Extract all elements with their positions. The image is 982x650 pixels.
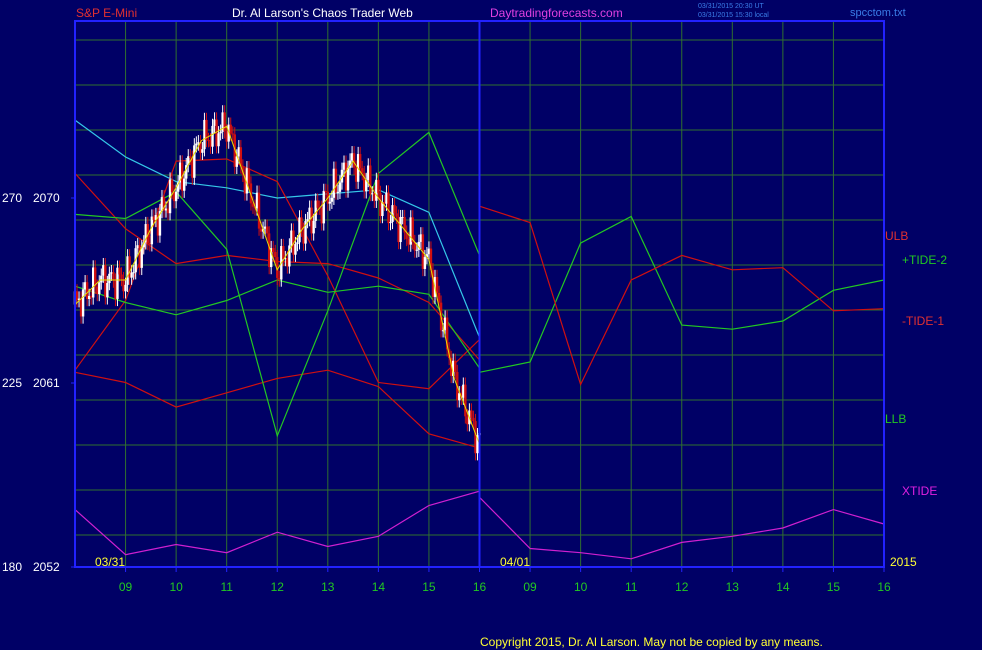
price-bar	[265, 226, 269, 234]
x-tick-label: 12	[271, 580, 285, 594]
price-bar	[247, 168, 251, 184]
timestamp-local: 03/31/2015 15:30 local	[698, 12, 769, 19]
x-tick-label: 16	[473, 580, 487, 594]
copyright: Copyright 2015, Dr. Al Larson. May not b…	[480, 635, 823, 649]
price-bar	[272, 248, 275, 253]
frame-layer	[74, 20, 885, 568]
x-tick-label: 13	[321, 580, 335, 594]
price-bar	[358, 154, 362, 169]
price-bar	[108, 273, 111, 284]
price-bar	[140, 247, 143, 268]
price-bar	[257, 192, 261, 229]
price-bar	[312, 220, 315, 234]
x-tick-label: 09	[523, 580, 537, 594]
price-bar	[150, 216, 154, 245]
x-tick-label: 11	[625, 580, 638, 594]
date-label-start: 03/31	[95, 555, 125, 569]
price-bar	[170, 179, 174, 192]
x-tick-label: 14	[776, 580, 790, 594]
x-tick-label: 16	[877, 580, 891, 594]
price-bar	[229, 124, 232, 134]
label-ulb: ULB	[885, 229, 908, 243]
price-bar	[81, 289, 85, 317]
y-tick-label-left: 270	[2, 191, 22, 205]
y-tick-label-left: 180	[2, 560, 22, 574]
price-bar	[395, 213, 398, 217]
price-bar	[464, 384, 467, 417]
price-bar	[328, 201, 332, 204]
x-tick-label: 10	[574, 580, 588, 594]
price-bar	[112, 272, 115, 281]
label-tide-plus: +TIDE-2	[902, 253, 947, 267]
price-bar	[211, 125, 214, 147]
price-bar	[454, 360, 457, 372]
price-bar	[435, 276, 439, 293]
year-label: 2015	[890, 555, 917, 569]
price-bar	[369, 165, 372, 194]
timestamp-ut: 03/31/2015 20:30 UT	[698, 3, 764, 10]
price-bar	[195, 143, 198, 146]
price-bar	[231, 133, 234, 135]
price-bar	[322, 190, 325, 224]
x-tick-label: 12	[675, 580, 689, 594]
price-bar	[334, 168, 338, 193]
x-tick-label: 15	[827, 580, 841, 594]
price-bar	[219, 131, 222, 134]
y-tick-label-right: 2070	[33, 191, 60, 205]
price-bar	[389, 221, 392, 224]
y-tick-label-right: 2061	[33, 376, 60, 390]
price-bar	[399, 217, 402, 243]
y-tick-label-left: 225	[2, 376, 22, 390]
price-bar	[338, 182, 342, 192]
date-label-next: 04/01	[500, 555, 530, 569]
price-bar	[100, 275, 103, 283]
price-bar	[183, 178, 186, 191]
price-bar	[124, 284, 127, 292]
price-bar	[118, 267, 121, 275]
price-bar	[306, 219, 309, 222]
price-bar	[336, 191, 340, 193]
label-tide-minus: -TIDE-1	[902, 314, 944, 328]
x-tick-label: 14	[372, 580, 386, 594]
price-bar	[174, 191, 178, 202]
price-bar	[393, 205, 396, 214]
label-xtide: XTIDE	[902, 484, 937, 498]
price-bar	[346, 167, 350, 191]
x-tick-label: 09	[119, 580, 133, 594]
chart-svg: 09 10 11 12 13 14 15 16 09 10 11 12 13 14 15 16 270 2070 2…	[2, 3, 947, 649]
symbol-label: S&P E-Mini	[76, 6, 137, 20]
price-bar	[193, 145, 196, 178]
price-bar	[217, 133, 220, 147]
price-bar	[189, 156, 192, 158]
price-bar	[296, 242, 299, 245]
price-bar	[387, 192, 390, 224]
price-bar	[423, 257, 427, 269]
price-bar	[201, 149, 204, 153]
x-tick-label: 15	[422, 580, 436, 594]
y-tick-label-right: 2052	[33, 560, 60, 574]
price-bar	[377, 179, 380, 193]
data-file-name: spcctom.txt	[850, 7, 906, 19]
chart-title: Dr. Al Larson's Chaos Trader Web	[232, 6, 413, 20]
label-llb: LLB	[885, 412, 906, 426]
x-tick-label: 11	[220, 580, 233, 594]
price-bar	[330, 197, 334, 202]
x-tick-label: 13	[726, 580, 740, 594]
price-bar	[300, 217, 303, 230]
price-bar	[130, 272, 133, 278]
x-tick-label: 10	[169, 580, 183, 594]
price-bar	[294, 244, 297, 255]
price-bar	[470, 410, 473, 418]
price-bar	[120, 274, 123, 280]
price-bar	[282, 246, 285, 260]
price-bar	[106, 283, 109, 298]
price-bar	[132, 272, 135, 274]
price-bar	[274, 252, 277, 258]
chart-stage: 09 10 11 12 13 14 15 16 09 10 11 12 13 14 15 16 270 2070 2…	[0, 0, 982, 650]
price-bar	[472, 417, 475, 422]
site-link[interactable]: Daytradingforecasts.com	[490, 6, 623, 20]
price-bar	[316, 200, 319, 208]
price-bar	[98, 282, 101, 295]
price-bar	[415, 249, 419, 251]
